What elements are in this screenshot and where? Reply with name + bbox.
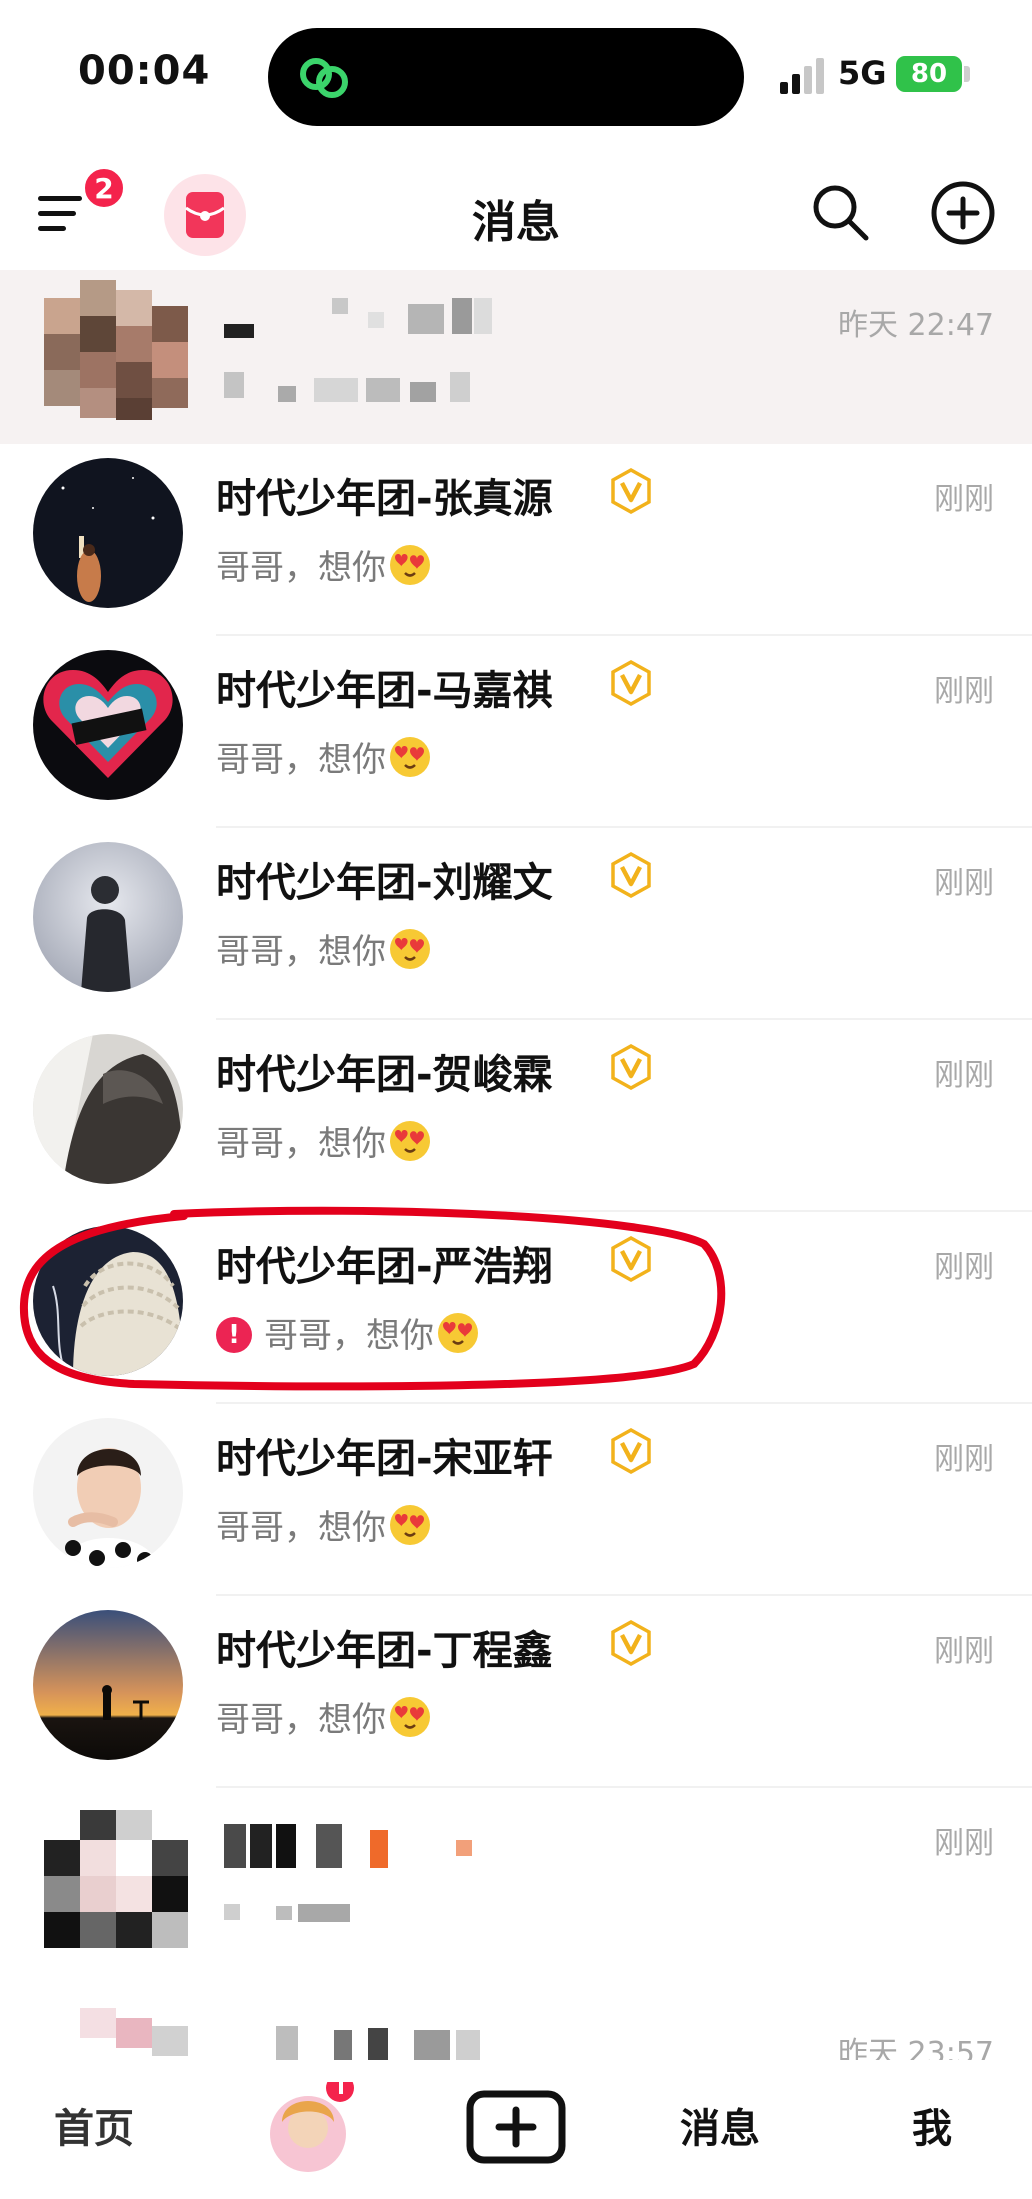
nav-home[interactable]: 首页 <box>54 2096 134 2154</box>
bottom-nav: 首页 消息 我 <box>0 2060 1032 2199</box>
blurred-name <box>224 298 492 402</box>
heart-eyes-emoji <box>390 1697 430 1737</box>
page-title: 消息 <box>472 197 560 248</box>
verified-v-icon <box>611 1044 651 1090</box>
preview-text: 哥哥，想你 <box>216 548 386 588</box>
preview-text: 哥哥，想你 <box>216 932 386 972</box>
verified-v-icon <box>611 1620 651 1666</box>
heart-eyes-emoji <box>390 737 430 777</box>
avatar <box>33 1418 183 1568</box>
nav-friends-avatar[interactable] <box>268 2082 384 2176</box>
avatar <box>33 1034 183 1184</box>
preview-text: 哥哥，想你 <box>216 1124 386 1164</box>
dynamic-island <box>268 28 744 126</box>
add-circle-icon[interactable] <box>930 180 996 246</box>
avatar <box>33 1610 183 1760</box>
avatar <box>33 842 183 992</box>
verified-v-icon <box>611 852 651 898</box>
conversation-time: 刚刚 <box>934 1634 994 1669</box>
conversation-row[interactable]: 昨天 22:47 <box>0 270 1032 444</box>
signal-icon <box>780 58 824 94</box>
conversation-time: 昨天 23:57 <box>838 2036 994 2060</box>
status-time: 00:04 <box>78 48 211 94</box>
message-preview: 哥哥，想你 <box>216 1116 432 1165</box>
verified-v-icon <box>611 468 651 514</box>
conversation-row[interactable]: 时代少年团-丁程鑫 哥哥，想你 刚刚 <box>0 1596 1032 1788</box>
conversation-time: 刚刚 <box>934 1442 994 1477</box>
message-preview: 哥哥，想你 <box>216 1692 432 1741</box>
blurred-avatar <box>44 1810 188 1948</box>
conversation-row[interactable]: 时代少年团-马嘉祺 哥哥，想你 刚刚 <box>0 636 1032 828</box>
conversation-time: 刚刚 <box>934 482 994 517</box>
message-preview: 哥哥，想你 <box>216 1500 432 1549</box>
preview-text: 哥哥，想你 <box>216 1508 386 1548</box>
preview-text: 哥哥，想你 <box>216 740 386 780</box>
conversation-time: 刚刚 <box>934 1826 994 1861</box>
network-type: 5G <box>838 54 887 92</box>
battery-indicator: 80 <box>896 56 962 92</box>
blurred-avatar <box>44 280 192 420</box>
verified-v-icon <box>611 660 651 706</box>
link-app-icon <box>300 58 348 98</box>
conversation-time: 刚刚 <box>934 1058 994 1093</box>
heart-eyes-emoji <box>390 545 430 585</box>
contact-name: 时代少年团-丁程鑫 <box>216 1628 553 1674</box>
conversation-time: 刚刚 <box>934 674 994 709</box>
nav-me[interactable]: 我 <box>912 2096 952 2154</box>
blurred-name <box>276 2026 480 2060</box>
avatar <box>33 458 183 608</box>
message-preview: 哥哥，想你 <box>216 540 432 589</box>
highlight-annotation <box>19 1206 726 1391</box>
contact-name: 时代少年团-刘耀文 <box>216 860 553 906</box>
message-preview: 哥哥，想你 <box>216 732 432 781</box>
contact-name: 时代少年团-张真源 <box>216 476 553 522</box>
blurred-name <box>224 1824 472 1922</box>
battery-level: 80 <box>910 59 948 89</box>
conversation-row[interactable]: 时代少年团-张真源 哥哥，想你 刚刚 <box>0 444 1032 636</box>
contact-name: 时代少年团-马嘉祺 <box>216 668 553 714</box>
conversation-row[interactable]: 时代少年团-贺峻霖 哥哥，想你 刚刚 <box>0 1020 1032 1212</box>
conversation-time: 刚刚 <box>934 1250 994 1285</box>
contact-name: 时代少年团-宋亚轩 <box>216 1436 553 1482</box>
conversation-row[interactable]: 昨天 23:57 <box>0 1980 1032 2060</box>
conversation-time: 昨天 22:47 <box>838 308 994 343</box>
preview-text: 哥哥，想你 <box>216 1700 386 1740</box>
nav-messages[interactable]: 消息 <box>680 2096 760 2154</box>
heart-eyes-emoji <box>390 1505 430 1545</box>
message-preview: 哥哥，想你 <box>216 924 432 973</box>
heart-eyes-emoji <box>390 929 430 969</box>
plus-square-icon[interactable] <box>466 2090 566 2164</box>
contact-name: 时代少年团-贺峻霖 <box>216 1052 553 1098</box>
avatar <box>33 650 183 800</box>
conversation-row[interactable]: 时代少年团-宋亚轩 哥哥，想你 刚刚 <box>0 1404 1032 1596</box>
search-icon[interactable] <box>808 180 872 244</box>
blurred-avatar <box>80 2008 188 2056</box>
heart-eyes-emoji <box>390 1121 430 1161</box>
conversation-row[interactable]: 时代少年团-刘耀文 哥哥，想你 刚刚 <box>0 828 1032 1020</box>
battery-tip <box>964 66 970 82</box>
conversation-time: 刚刚 <box>934 866 994 901</box>
conversation-row[interactable]: 刚刚 <box>0 1788 1032 1980</box>
verified-v-icon <box>611 1428 651 1474</box>
